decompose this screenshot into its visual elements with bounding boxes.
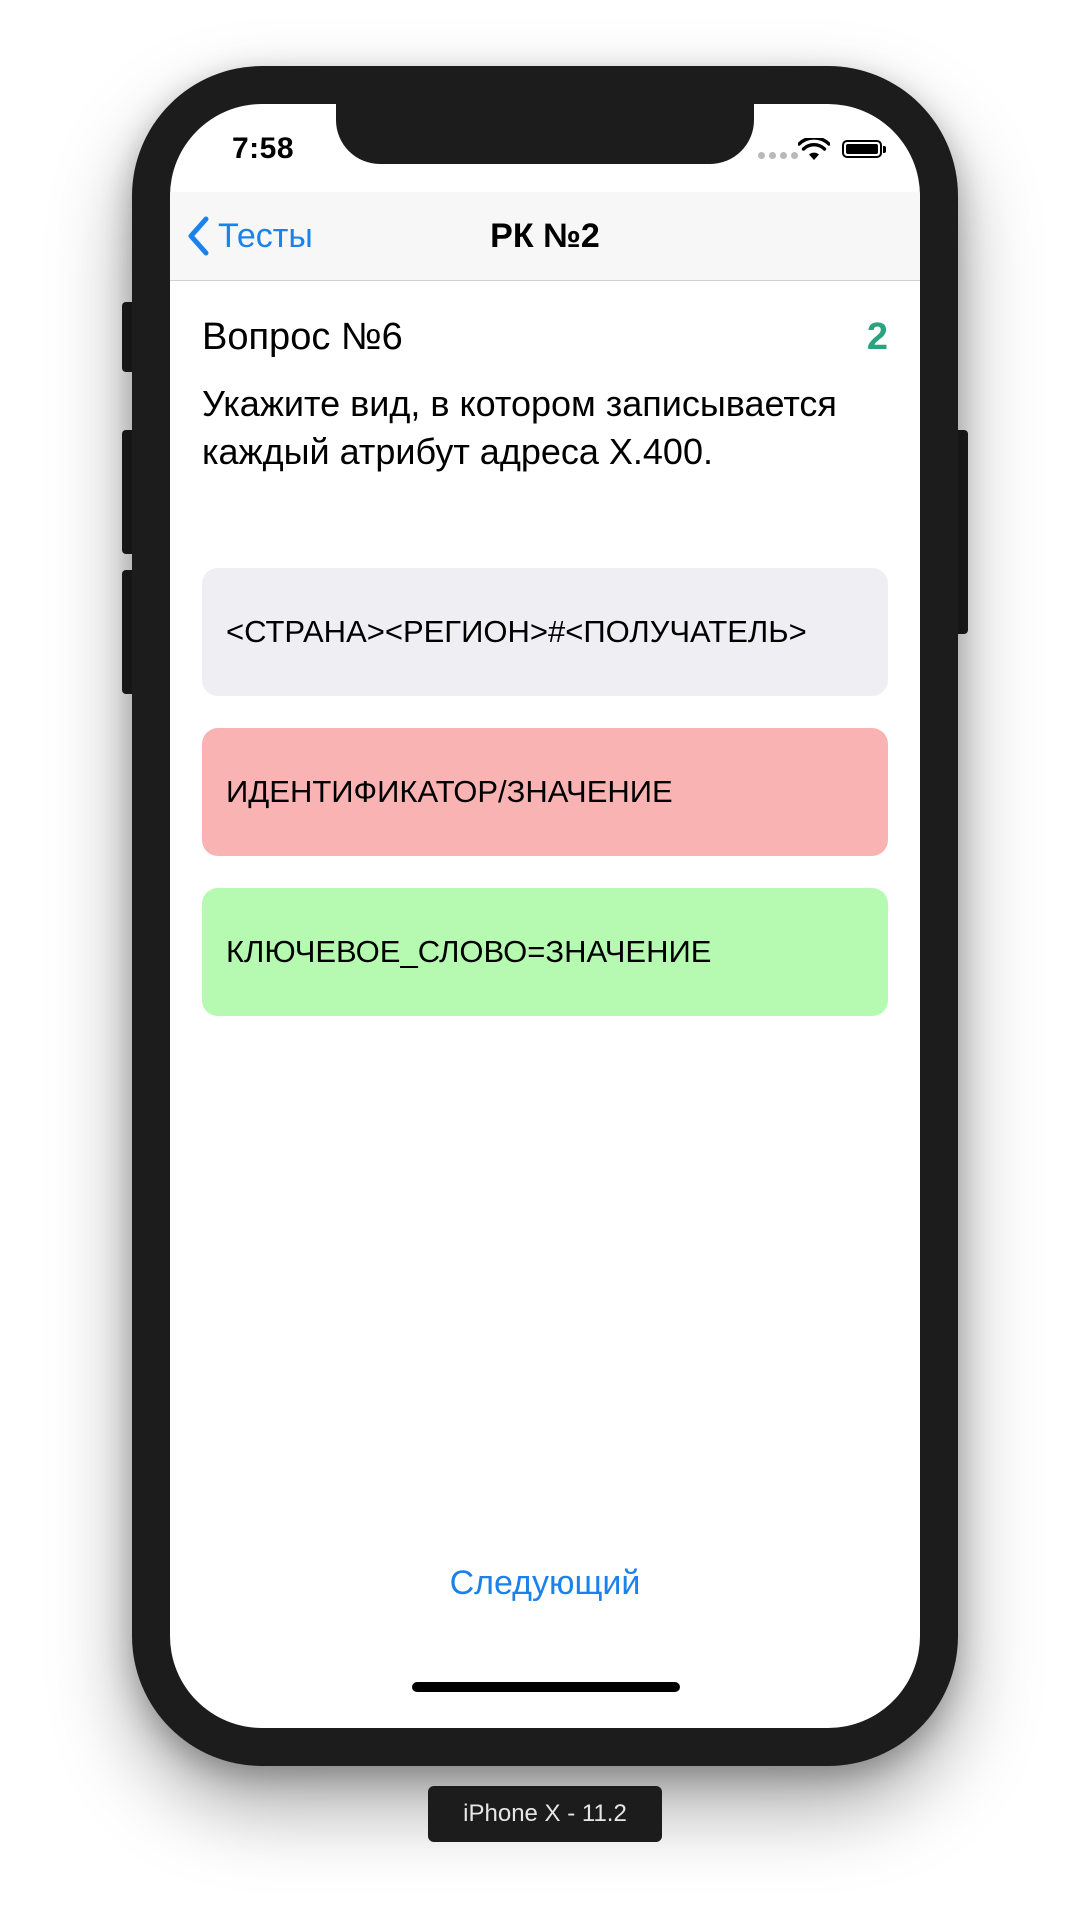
question-text: Укажите вид, в котором записывается кажд… bbox=[202, 383, 837, 472]
simulator-stage: 7:58 РК №2 Тесты Вопрос №6 2 Укажите вид… bbox=[0, 0, 1090, 1928]
battery-icon bbox=[842, 140, 886, 158]
answer-option-2[interactable]: ИДЕНТИФИКАТОР/ЗНАЧЕНИЕ bbox=[202, 728, 888, 856]
answer-option-1[interactable]: <СТРАНА><РЕГИОН>#<ПОЛУЧАТЕЛЬ> bbox=[202, 568, 888, 696]
question-number: Вопрос №6 bbox=[202, 316, 403, 358]
app-screen: 7:58 РК №2 Тесты Вопрос №6 2 Укажите вид… bbox=[170, 104, 920, 1728]
home-indicator[interactable] bbox=[412, 1682, 680, 1692]
answer-option-label: ИДЕНТИФИКАТОР/ЗНАЧЕНИЕ bbox=[226, 774, 673, 809]
answer-option-3[interactable]: КЛЮЧЕВОЕ_СЛОВО=ЗНАЧЕНИЕ bbox=[202, 888, 888, 1016]
back-button-label: Тесты bbox=[218, 216, 313, 255]
back-button[interactable]: Тесты bbox=[186, 192, 313, 280]
score-value: 2 bbox=[866, 316, 888, 358]
answer-option-label: КЛЮЧЕВОЕ_СЛОВО=ЗНАЧЕНИЕ bbox=[226, 934, 712, 969]
chevron-left-icon bbox=[188, 216, 209, 256]
answer-option-label: <СТРАНА><РЕГИОН>#<ПОЛУЧАТЕЛЬ> bbox=[226, 614, 807, 649]
device-label: iPhone X - 11.2 bbox=[428, 1786, 662, 1842]
notch bbox=[336, 104, 754, 164]
wifi-icon bbox=[798, 138, 830, 160]
next-button[interactable]: Следующий bbox=[170, 1564, 920, 1603]
status-time: 7:58 bbox=[232, 132, 295, 165]
navigation-bar: РК №2 Тесты bbox=[170, 192, 920, 281]
signal-dots-icon bbox=[758, 152, 798, 159]
